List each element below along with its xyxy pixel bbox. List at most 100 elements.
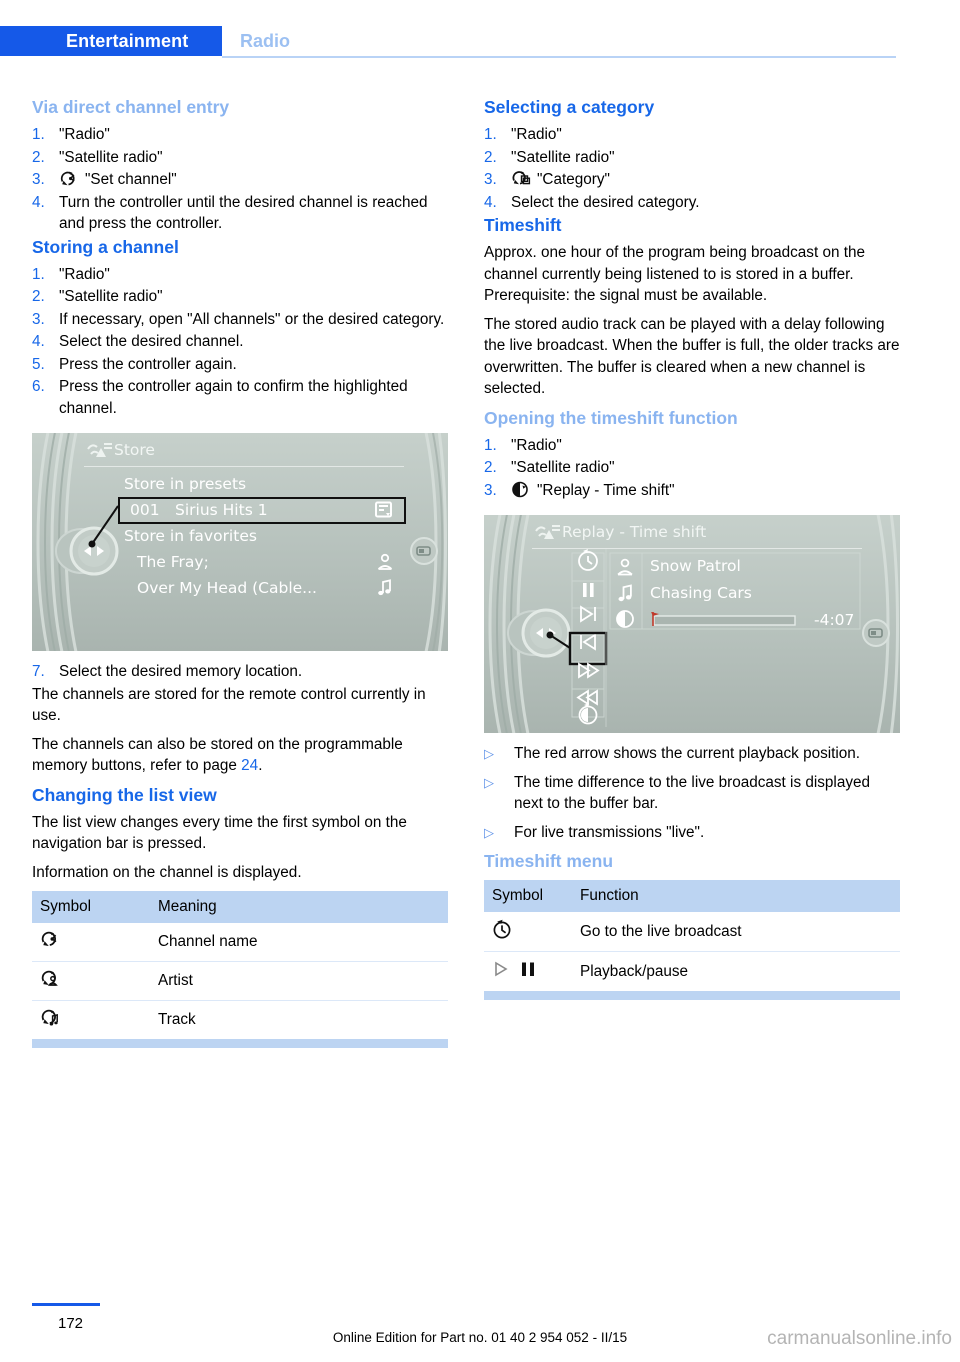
step-number: 3. <box>484 481 497 499</box>
step-number: 2. <box>484 459 497 476</box>
step-text-with-icon: "Category" <box>511 169 900 191</box>
watermark: carmanualsonline.info <box>767 1328 952 1349</box>
table-row: Go to the live broadcast <box>484 912 900 952</box>
step-item: 2. "Satellite radio" <box>484 457 900 479</box>
step-text: "Radio" <box>511 436 562 454</box>
paragraph-channel-info: Information on the channel is displayed. <box>32 863 302 881</box>
skip-forward-icon <box>580 605 596 623</box>
step-text: If necessary, open "All channels" or the… <box>59 310 445 328</box>
buffer-bar <box>651 612 796 626</box>
replay-icon <box>511 481 531 498</box>
symbol-cell <box>484 952 572 992</box>
paragraph-list-view: The list view changes every time the fir… <box>32 813 407 853</box>
cycle-category-icon <box>511 170 531 187</box>
page-reference-link[interactable]: 24 <box>241 757 258 774</box>
step-number: 2. <box>32 288 45 305</box>
play-pause-icon <box>495 961 534 977</box>
set-channel-icon <box>59 170 79 187</box>
step-number: 4. <box>484 193 497 211</box>
triangle-bullet-icon: ▷ <box>484 746 494 761</box>
step-number: 1. <box>32 126 45 143</box>
step-text: Press the controller again to confirm th… <box>59 378 408 417</box>
step-text: "Satellite radio" <box>59 148 163 166</box>
step-number: 3. <box>32 171 45 188</box>
header-section-radio: Radio <box>240 30 291 51</box>
footer-rule <box>32 1303 100 1306</box>
idrive-replay-screenshot: Replay - Time shift Snow Patrol Chasing … <box>484 515 900 733</box>
step-text: Press the controller again. <box>59 355 237 373</box>
step-number: 4. <box>32 193 45 211</box>
paragraph-remote-control: The channels are stored for the remote c… <box>32 685 426 725</box>
table-footer-row <box>484 991 900 1000</box>
symbol-meaning-table: Symbol Meaning Channel name Artist Track <box>32 891 448 1048</box>
heading-timeshift-menu: Timeshift menu <box>484 851 614 871</box>
paragraph-memory-suffix: . <box>258 757 263 774</box>
meaning-cell: Artist <box>150 961 448 1001</box>
heading-storing-a-channel: Storing a channel <box>32 236 179 257</box>
table-row: Playback/pause <box>484 952 900 992</box>
step-item: 3. If necessary, open "All channels" or … <box>32 309 448 331</box>
step-text: "Set channel" <box>85 171 177 188</box>
cycle-artist-icon <box>41 970 58 986</box>
timeshift-notes-list: ▷ The red arrow shows the current playba… <box>484 743 900 843</box>
replay-circle-icon <box>578 703 598 725</box>
triangle-bullet-icon: ▷ <box>484 774 494 790</box>
table-header-row: Symbol Meaning <box>32 891 448 923</box>
artist-icon <box>617 558 633 576</box>
function-cell: Go to the live broadcast <box>572 912 900 952</box>
timeshift-circle-icon <box>616 610 634 628</box>
column-header-function: Function <box>572 880 900 912</box>
table-row: Artist <box>32 961 448 1001</box>
steps-open-timeshift: 1. "Radio" 2. "Satellite radio" 3. "Repl… <box>484 435 900 502</box>
paragraph-timeshift-delay: The stored audio track can be played wit… <box>484 315 900 398</box>
pause-icon <box>583 583 594 597</box>
step-number: 2. <box>484 148 497 166</box>
step-text-with-icon: "Replay - Time shift" <box>511 480 900 502</box>
step-number: 1. <box>484 126 497 143</box>
step-text: "Radio" <box>511 126 562 143</box>
step-item: 3. "Set channel" <box>32 169 448 191</box>
bullet-text: For live transmissions "live". <box>514 823 705 841</box>
step-text: "Radio" <box>59 126 110 143</box>
step-number: 6. <box>32 378 45 395</box>
live-clock-icon <box>578 549 598 571</box>
column-header-symbol: Symbol <box>32 891 150 923</box>
steps-select-category: 1. "Radio" 2. "Satellite radio" 3. "Cate… <box>484 124 900 213</box>
paragraph-memory-buttons: The channels can also be stored on the p… <box>32 734 448 777</box>
step-number: 5. <box>32 355 45 373</box>
header-divider <box>222 56 896 58</box>
step-text: Select the desired category. <box>511 193 700 211</box>
function-cell: Playback/pause <box>580 962 688 980</box>
list-item: ▷ The time difference to the live broadc… <box>484 772 900 815</box>
list-item: ▷ For live transmissions "live". <box>484 822 900 844</box>
column-header-meaning: Meaning <box>150 891 448 923</box>
step-item: 7. Select the desired memory location. <box>32 661 448 683</box>
bullet-text: The red arrow shows the current playback… <box>514 745 861 762</box>
step-number: 2. <box>32 148 45 166</box>
heading-via-direct-channel-entry: Via direct channel entry <box>32 97 230 117</box>
step-item: 3. "Category" <box>484 169 900 191</box>
symbol-cell <box>484 912 572 952</box>
step-number: 3. <box>32 310 45 328</box>
step-item: 2. "Satellite radio" <box>32 147 448 169</box>
steps-direct-entry: 1. "Radio" 2. "Satellite radio" 3. "Set … <box>32 124 448 235</box>
list-item: ▷ The red arrow shows the current playba… <box>484 743 900 765</box>
timeshift-menu-table: Symbol Function Go to the live broadcast <box>484 880 900 1000</box>
symbol-cell <box>32 923 150 962</box>
step-text: "Satellite radio" <box>59 288 163 305</box>
fast-forward-icon <box>578 662 600 679</box>
step-number: 7. <box>32 663 45 680</box>
step-item: 2. "Satellite radio" <box>484 147 900 169</box>
steps-storing: 1. "Radio" 2. "Satellite radio" 3. If ne… <box>32 264 448 420</box>
step-number: 1. <box>32 265 45 283</box>
step-item: 6. Press the controller again to confirm… <box>32 376 448 419</box>
step-text-with-icon: "Set channel" <box>59 169 448 191</box>
step-item: 4. Turn the controller until the desired… <box>32 192 448 235</box>
table-footer-row <box>32 1039 448 1048</box>
step-item: 3. "Replay - Time shift" <box>484 480 900 502</box>
right-column: Selecting a category 1. "Radio" 2. "Sate… <box>484 96 900 1000</box>
bullet-text: The time difference to the live broadcas… <box>514 773 870 813</box>
table-footer-bar <box>484 991 900 1000</box>
triangle-bullet-icon: ▷ <box>484 824 494 840</box>
track-music-note-icon <box>618 584 632 602</box>
